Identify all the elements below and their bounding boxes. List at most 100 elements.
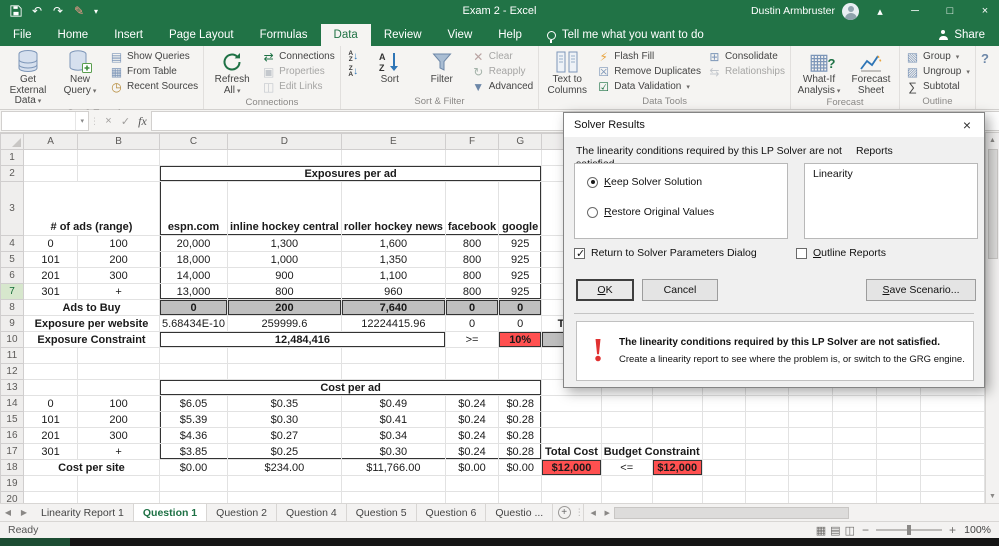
cell-E18[interactable]: $11,766.00 (341, 459, 446, 476)
cell-F16[interactable]: $0.24 (445, 427, 500, 444)
cell-G7[interactable]: 925 (498, 283, 543, 300)
recent-sources-button[interactable]: ◷ Recent Sources (106, 79, 201, 94)
cell-C2[interactable]: Exposures per ad (159, 165, 543, 182)
row-header-14[interactable]: 14 (0, 395, 24, 412)
keep-solver-solution-radio[interactable]: Keep Solver Solution (587, 176, 702, 188)
cell-C15[interactable]: $5.39 (159, 411, 228, 428)
cell-B20[interactable] (77, 491, 160, 503)
cell-D12[interactable] (227, 363, 342, 380)
reapply-button[interactable]: ↻ Reapply (468, 64, 536, 79)
cell-L20[interactable] (745, 491, 790, 503)
cell-K19[interactable] (702, 475, 747, 492)
row-header-6[interactable]: 6 (0, 267, 24, 284)
row-header-4[interactable]: 4 (0, 235, 24, 252)
formula-bar-splitter[interactable]: ⋮ (89, 110, 100, 132)
cell-E17[interactable]: $0.30 (341, 443, 446, 460)
cell-I16[interactable] (601, 427, 653, 444)
cell-L19[interactable] (745, 475, 790, 492)
cell-D16[interactable]: $0.27 (227, 427, 342, 444)
cell-D4[interactable]: 1,300 (227, 235, 342, 252)
sheet-tab-question-1[interactable]: Question 1 (133, 504, 208, 521)
cell-H18[interactable]: $12,000 (541, 459, 602, 476)
cell-O17[interactable] (876, 443, 921, 460)
qat-customize-button[interactable]: ▾ (90, 1, 102, 21)
cell-B2[interactable] (77, 165, 160, 182)
cell-L15[interactable] (745, 411, 790, 428)
cell-A18[interactable]: Cost per site (23, 459, 161, 476)
cell-C6[interactable]: 14,000 (159, 267, 228, 284)
cell-B15[interactable]: 200 (77, 411, 160, 428)
cell-F8[interactable]: 0 (445, 299, 500, 316)
cell-J18[interactable]: $12,000 (652, 459, 703, 476)
cell-N19[interactable] (832, 475, 878, 492)
cell-A14[interactable]: 0 (23, 395, 79, 412)
save-icon[interactable] (6, 1, 26, 21)
cell-C4[interactable]: 20,000 (159, 235, 228, 252)
cell-B5[interactable]: 200 (77, 251, 160, 268)
cell-G16[interactable]: $0.28 (498, 427, 543, 444)
cell-K20[interactable] (702, 491, 747, 503)
cell-P16[interactable] (920, 427, 985, 444)
cell-E6[interactable]: 1,100 (341, 267, 446, 284)
cell-N16[interactable] (832, 427, 878, 444)
column-header-d[interactable]: D (227, 133, 342, 150)
chevron-down-icon[interactable]: ▾ (75, 112, 88, 130)
cell-G5[interactable]: 925 (498, 251, 543, 268)
cell-A1[interactable] (23, 149, 79, 166)
cell-F12[interactable] (445, 363, 500, 380)
tab-insert[interactable]: Insert (101, 24, 156, 46)
cell-N20[interactable] (832, 491, 878, 503)
cell-O19[interactable] (876, 475, 921, 492)
row-header-13[interactable]: 13 (0, 379, 24, 396)
ribbon-display-options-button[interactable]: ▴ (866, 0, 894, 22)
column-header-a[interactable]: A (22, 133, 79, 150)
column-header-f[interactable]: F (444, 133, 500, 150)
cell-F17[interactable]: $0.24 (445, 443, 500, 460)
cell-E19[interactable] (341, 475, 446, 492)
cell-D18[interactable]: $234.00 (227, 459, 342, 476)
row-header-10[interactable]: 10 (0, 331, 24, 348)
cell-F1[interactable] (445, 149, 500, 166)
cell-B12[interactable] (77, 363, 160, 380)
cell-N15[interactable] (832, 411, 878, 428)
advanced-button[interactable]: ▼ Advanced (468, 79, 536, 94)
share-button[interactable]: Share (924, 24, 999, 46)
cell-H15[interactable] (541, 411, 602, 428)
cell-M15[interactable] (788, 411, 834, 428)
cell-G20[interactable] (498, 491, 543, 503)
cell-L16[interactable] (745, 427, 790, 444)
cell-B14[interactable]: 100 (77, 395, 160, 412)
column-header-g[interactable]: G (498, 133, 543, 150)
cell-O15[interactable] (876, 411, 921, 428)
cancel-entry-icon[interactable]: × (100, 115, 117, 127)
cell-A17[interactable]: 301 (23, 443, 79, 460)
cell-P14[interactable] (920, 395, 985, 412)
cell-J15[interactable] (652, 411, 703, 428)
cell-P15[interactable] (920, 411, 985, 428)
page-break-view-icon[interactable]: ◫ (845, 524, 855, 537)
row-header-11[interactable]: 11 (0, 347, 24, 364)
cell-K17[interactable] (702, 443, 747, 460)
data-validation-button[interactable]: ☑ Data Validation ▾ (593, 79, 704, 94)
cell-O20[interactable] (876, 491, 921, 503)
tell-me-box[interactable]: Tell me what you want to do (535, 24, 716, 46)
dialog-close-icon[interactable]: × (950, 113, 984, 137)
tab-review[interactable]: Review (371, 24, 435, 46)
cell-A15[interactable]: 101 (23, 411, 79, 428)
cell-D19[interactable] (227, 475, 342, 492)
cell-A6[interactable]: 201 (23, 267, 79, 284)
tab-file[interactable]: File (0, 24, 45, 46)
cell-I17[interactable]: Budget Constraint (601, 443, 703, 460)
cell-D15[interactable]: $0.30 (227, 411, 342, 428)
sheet-nav-left-icon[interactable]: ◀ (0, 504, 16, 521)
cell-G15[interactable]: $0.28 (498, 411, 543, 428)
from-table-button[interactable]: ▦ From Table (106, 64, 201, 79)
vertical-scroll-thumb[interactable] (987, 149, 998, 259)
connections-button[interactable]: ⇄ Connections (258, 49, 338, 64)
minimize-button[interactable]: ─ (901, 0, 929, 22)
row-header-16[interactable]: 16 (0, 427, 24, 444)
cell-D6[interactable]: 900 (227, 267, 342, 284)
cell-G14[interactable]: $0.28 (498, 395, 543, 412)
row-header-20[interactable]: 20 (0, 491, 24, 503)
cell-G8[interactable]: 0 (498, 299, 543, 316)
